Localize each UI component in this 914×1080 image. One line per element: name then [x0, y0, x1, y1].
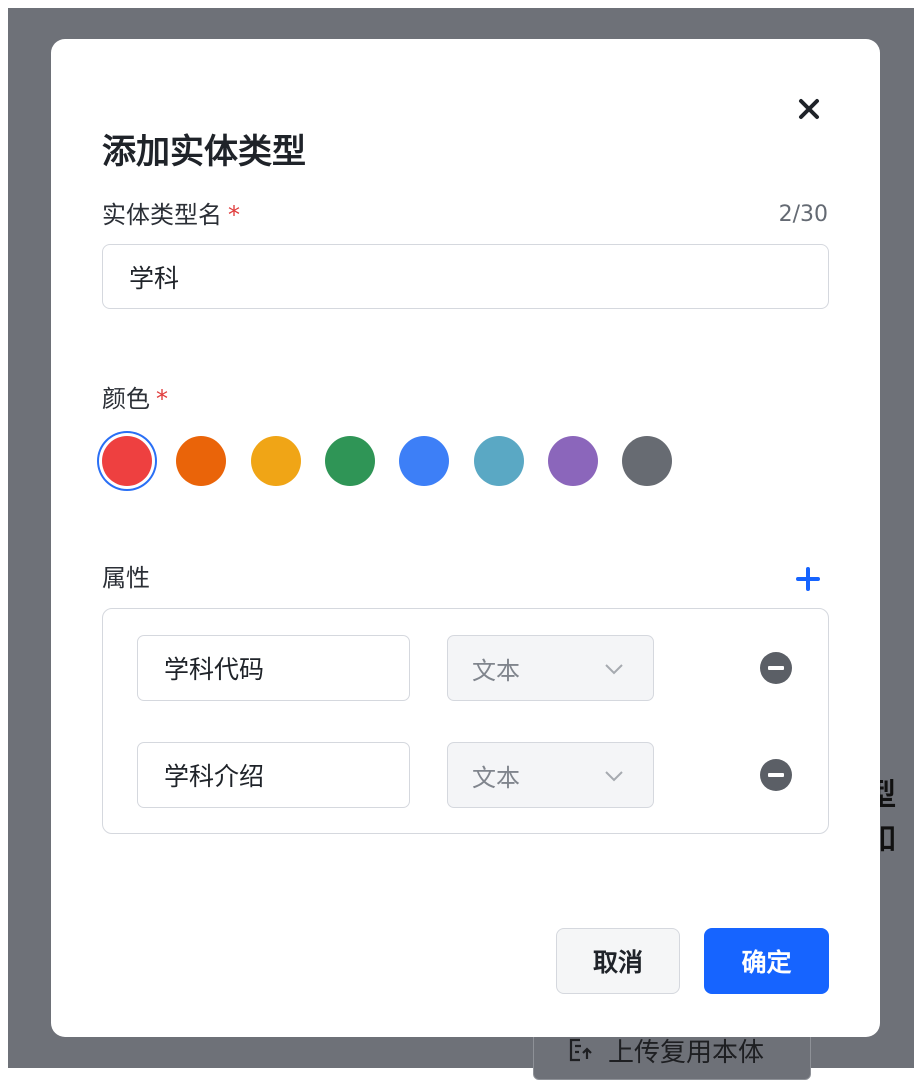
- attributes-label: 属性: [102, 564, 150, 592]
- color-swatch-purple[interactable]: [548, 436, 598, 486]
- add-entity-type-dialog: 添加实体类型 实体类型名* 2/30 颜色* 属性 文本: [51, 39, 880, 1037]
- dialog-title: 添加实体类型: [102, 132, 306, 172]
- entity-type-name-label-text: 实体类型名: [102, 201, 222, 229]
- color-swatch-amber[interactable]: [251, 436, 301, 486]
- chevron-down-icon: [605, 664, 623, 675]
- required-mark: *: [228, 201, 240, 229]
- attribute-name-input[interactable]: [137, 742, 410, 808]
- attribute-row: 文本: [137, 742, 797, 808]
- attribute-type-select[interactable]: 文本: [447, 742, 654, 808]
- attribute-type-value: 文本: [472, 763, 520, 792]
- plus-icon[interactable]: [796, 567, 820, 591]
- required-mark: *: [156, 385, 168, 413]
- close-icon: [799, 99, 819, 119]
- attribute-type-select[interactable]: 文本: [447, 635, 654, 701]
- upload-file-icon: [569, 1038, 592, 1062]
- color-swatch-gray[interactable]: [622, 436, 672, 486]
- char-counter: 2/30: [778, 202, 828, 227]
- confirm-button[interactable]: 确定: [704, 928, 829, 994]
- color-swatch-red[interactable]: [102, 436, 152, 486]
- color-swatch-orange[interactable]: [176, 436, 226, 486]
- attribute-type-value: 文本: [472, 656, 520, 685]
- attribute-name-input[interactable]: [137, 635, 410, 701]
- close-button[interactable]: [794, 94, 824, 124]
- color-swatch-teal[interactable]: [474, 436, 524, 486]
- attribute-row: 文本: [137, 635, 797, 701]
- upload-reuse-ontology-label: 上传复用本体: [608, 1037, 765, 1068]
- entity-type-name-label: 实体类型名 *: [102, 195, 240, 230]
- color-swatch-green[interactable]: [325, 436, 375, 486]
- remove-attribute-icon[interactable]: [759, 651, 793, 685]
- remove-attribute-icon[interactable]: [759, 758, 793, 792]
- color-label: 颜色 *: [102, 379, 168, 414]
- color-picker: [102, 436, 702, 486]
- attributes-list: 文本 文本: [102, 608, 829, 834]
- color-label-text: 颜色: [102, 385, 150, 413]
- color-swatch-blue[interactable]: [399, 436, 449, 486]
- chevron-down-icon: [605, 771, 623, 782]
- entity-type-name-input[interactable]: [102, 244, 829, 309]
- cancel-button[interactable]: 取消: [556, 928, 680, 994]
